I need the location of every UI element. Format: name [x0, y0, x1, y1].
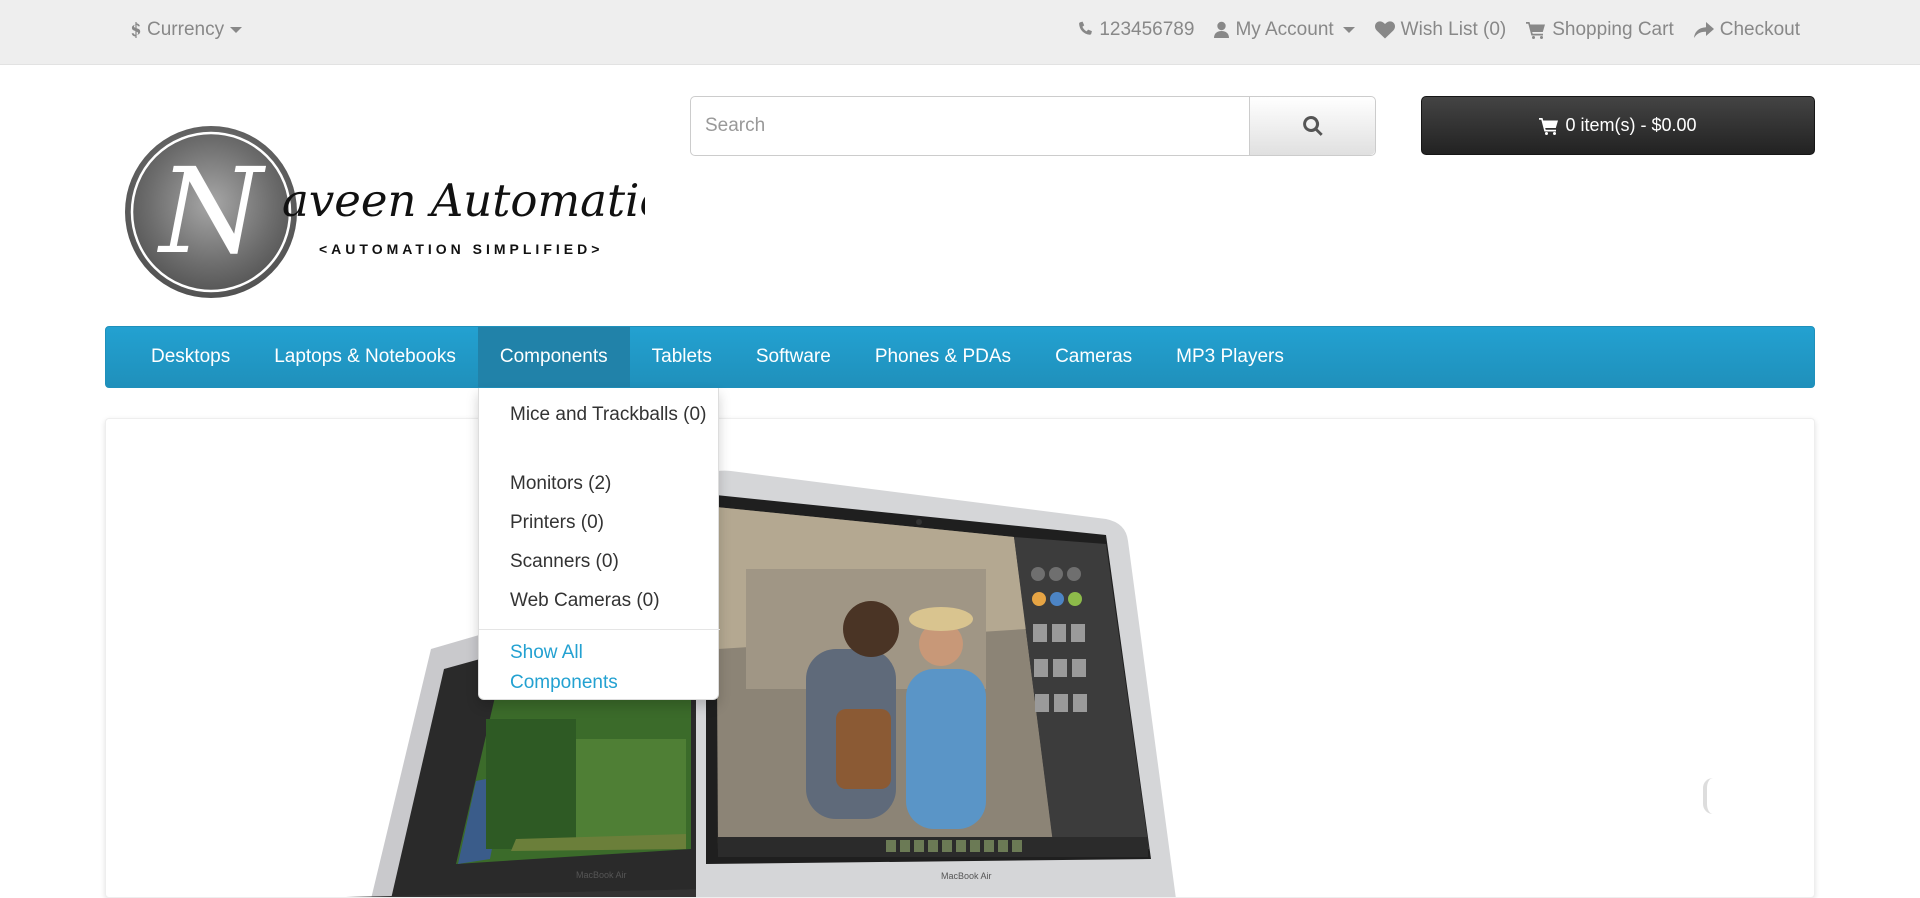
logo-name: aveen Automation Labs: [282, 174, 645, 227]
my-account-label: My Account: [1235, 19, 1334, 40]
menu-item-components[interactable]: Components: [477, 327, 630, 387]
dropdown-item-monitors[interactable]: Monitors (2): [510, 469, 710, 499]
logo-tagline: <AUTOMATION SIMPLIFIED>: [319, 241, 603, 257]
menu-item-tablets[interactable]: Tablets: [630, 327, 734, 387]
phone-icon: [1079, 21, 1093, 35]
cart-summary-label: 0 item(s) - $0.00: [1565, 115, 1697, 135]
checkout-label: Checkout: [1719, 19, 1800, 40]
top-links: 123456789 My Account Wish List (0) Shopp…: [1077, 18, 1800, 42]
cart-icon: [1539, 117, 1559, 135]
menu-item-mp3-players[interactable]: MP3 Players: [1154, 327, 1306, 387]
main-menu: Desktops Laptops & Notebooks Components …: [105, 326, 1815, 388]
dropdown-item-web-cameras[interactable]: Web Cameras (0): [510, 586, 710, 616]
share-icon: [1693, 22, 1714, 38]
cart-summary-button[interactable]: 0 item(s) - $0.00: [1421, 96, 1815, 155]
search-input[interactable]: [691, 97, 1249, 155]
caret-down-icon: [230, 27, 243, 33]
slide-image: MacBook Air MacBook Air: [346, 470, 1176, 897]
right-laptop-image: MacBook Air: [696, 470, 1176, 897]
components-dropdown: Mice and Trackballs (0) Monitors (2) Pri…: [478, 388, 720, 700]
menu-item-desktops[interactable]: Desktops: [129, 327, 252, 387]
heart-icon: [1374, 21, 1395, 39]
phone-link[interactable]: 123456789: [1077, 18, 1194, 42]
menu-item-software[interactable]: Software: [734, 327, 853, 387]
dollar-icon: [131, 22, 141, 38]
logo-graphic: N aveen Automation Labs <AUTOMATION SIMP…: [125, 126, 818, 298]
search-box: [690, 96, 1376, 156]
dropdown-item-mice-trackballs[interactable]: Mice and Trackballs (0): [510, 400, 710, 430]
search-icon: [1302, 116, 1323, 136]
logo-letter: N: [156, 142, 266, 280]
menu-item-cameras[interactable]: Cameras: [1033, 327, 1154, 387]
caret-down-icon: [1342, 27, 1355, 33]
menu-item-laptops-notebooks[interactable]: Laptops & Notebooks: [252, 327, 478, 387]
left-screen-caption: MacBook Air: [576, 870, 627, 880]
menu-item-phones-pdas[interactable]: Phones & PDAs: [853, 327, 1033, 387]
wish-list-link[interactable]: Wish List (0): [1374, 18, 1507, 42]
checkout-link[interactable]: Checkout: [1693, 18, 1800, 42]
slide-next-control[interactable]: [1703, 778, 1717, 814]
my-account-dropdown[interactable]: My Account: [1214, 18, 1355, 42]
shopping-cart-link[interactable]: Shopping Cart: [1526, 18, 1674, 42]
dropdown-item-scanners[interactable]: Scanners (0): [510, 547, 710, 577]
dropdown-item-printers[interactable]: Printers (0): [510, 508, 710, 538]
search-button[interactable]: [1249, 97, 1375, 155]
dropdown-divider: [479, 629, 720, 630]
phone-number: 123456789: [1099, 19, 1195, 40]
currency-label: Currency: [147, 19, 225, 40]
wish-list-label: Wish List (0): [1400, 19, 1507, 40]
user-icon: [1214, 21, 1230, 38]
top-bar: Currency 123456789 My Account Wish List …: [0, 0, 1920, 65]
site-logo[interactable]: N aveen Automation Labs <AUTOMATION SIMP…: [105, 124, 818, 300]
shopping-cart-label: Shopping Cart: [1552, 19, 1674, 40]
currency-dropdown[interactable]: Currency: [131, 18, 243, 42]
show-all-components-link[interactable]: Show All Components: [510, 638, 690, 698]
slideshow[interactable]: MacBook Air MacBook Air: [105, 418, 1815, 898]
cart-icon: [1526, 22, 1546, 39]
